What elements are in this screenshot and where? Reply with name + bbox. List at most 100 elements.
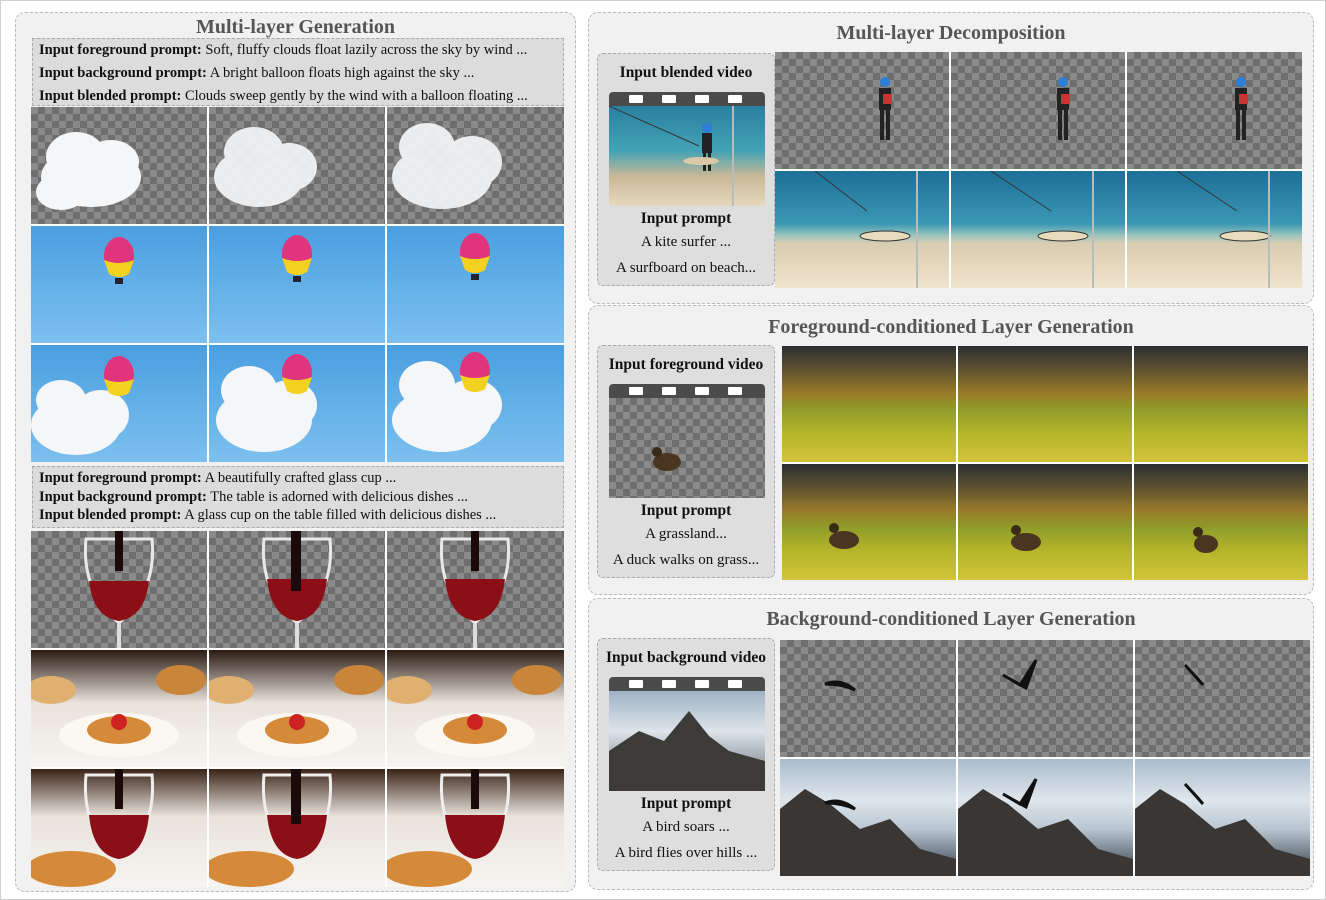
bird-layer-frame xyxy=(958,640,1133,757)
duck-image xyxy=(652,447,681,471)
prompt-line: Input background prompt: A bright balloo… xyxy=(39,65,475,81)
prompt-box-clouds: Input foreground prompt: Soft, fluffy cl… xyxy=(32,38,564,106)
panel-title: Foreground-conditioned Layer Generation xyxy=(768,316,1134,338)
beach-layer-frame xyxy=(775,171,949,288)
cloud-image xyxy=(214,127,317,207)
film-strip xyxy=(609,92,765,106)
surfer-layer-frame xyxy=(1127,52,1302,169)
decomposition-input-box: Input blended video Input prompt A kite … xyxy=(597,53,775,286)
blended-glass-image xyxy=(387,769,511,887)
background-input-box: Input background video Input prompt A bi… xyxy=(597,638,775,871)
dish-image xyxy=(31,665,206,757)
prompt-text-background: A surfboard on beach... xyxy=(616,260,756,276)
prompt-line: Input foreground prompt: A beautifully c… xyxy=(39,470,397,486)
bird-image xyxy=(1183,663,1205,686)
input-video-thumbnail xyxy=(609,691,765,791)
blended-image xyxy=(392,352,502,452)
grassland-frame xyxy=(1134,346,1308,462)
balloon-background-frame xyxy=(209,226,385,343)
hills-image xyxy=(958,778,1133,876)
duck-image xyxy=(1011,525,1041,551)
clouds-foreground-frame xyxy=(209,107,385,224)
duck-on-grass-frame xyxy=(958,464,1132,580)
duck-on-grass-frame xyxy=(782,464,956,580)
balloon-image xyxy=(282,235,312,282)
clouds-balloon-grid xyxy=(31,107,564,462)
input-video-label: Input foreground video xyxy=(608,356,764,373)
bird-image xyxy=(824,680,856,692)
prompt-text-foreground: A bird soars ... xyxy=(642,819,730,835)
grassland-frame xyxy=(782,346,956,462)
dishes-background-frame xyxy=(387,650,564,767)
dish-image xyxy=(387,665,562,757)
duck-image xyxy=(1193,527,1218,553)
background-grid xyxy=(780,640,1310,876)
bird-layer-frame xyxy=(1135,640,1310,757)
blended-frame xyxy=(387,345,564,462)
input-prompt-label: Input prompt xyxy=(640,502,732,519)
balloon-background-frame xyxy=(387,226,564,343)
bird-over-hills-frame xyxy=(780,759,956,876)
input-video-label: Input background video xyxy=(606,649,766,666)
foreground-grid xyxy=(782,346,1308,580)
surfer-layer-frame xyxy=(951,52,1125,169)
mountain-image xyxy=(609,711,765,791)
blended-glass-image xyxy=(31,769,155,887)
hills-image xyxy=(780,789,956,876)
input-video-label: Input blended video xyxy=(619,64,753,81)
glass-blended-frame xyxy=(31,769,207,887)
beach-image xyxy=(990,171,1094,288)
blended-image xyxy=(216,354,317,452)
dish-image xyxy=(209,665,384,757)
balloon-image xyxy=(460,233,490,280)
prompt-line: Input foreground prompt: Soft, fluffy cl… xyxy=(39,42,528,58)
panel-title: Background-conditioned Layer Generation xyxy=(766,608,1136,630)
prompt-line: Input background prompt: The table is ad… xyxy=(39,488,468,505)
clouds-foreground-frame xyxy=(31,107,207,224)
prompt-line: Input blended prompt: A glass cup on the… xyxy=(39,507,497,523)
prompt-text-background: A grassland... xyxy=(645,526,727,542)
film-strip xyxy=(609,677,765,691)
film-strip xyxy=(609,384,765,398)
bird-layer-frame xyxy=(780,640,956,757)
input-prompt-label: Input prompt xyxy=(640,795,732,812)
foreground-input-box: Input foreground video Input prompt A gr… xyxy=(597,345,775,578)
cloud-image xyxy=(392,123,502,209)
bird-over-hills-frame xyxy=(1135,759,1310,876)
prompt-line: Input blended prompt: Clouds sweep gentl… xyxy=(39,88,528,104)
bird-over-hills-frame xyxy=(958,759,1133,876)
wine-glass-image xyxy=(83,531,155,648)
beach-image xyxy=(814,171,918,288)
wine-glass-image xyxy=(261,531,333,648)
input-video-thumbnail xyxy=(609,398,765,498)
beach-image xyxy=(1176,171,1271,288)
dishes-background-frame xyxy=(31,650,207,767)
glass-blended-frame xyxy=(209,769,385,887)
surfer-image xyxy=(1057,77,1070,140)
input-prompt-label: Input prompt xyxy=(640,210,732,227)
clouds-foreground-frame xyxy=(387,107,564,224)
glass-dishes-grid xyxy=(31,531,564,887)
glass-foreground-frame xyxy=(387,531,564,648)
input-video-thumbnail xyxy=(609,106,765,206)
blended-frame xyxy=(209,345,385,462)
balloon-background-frame xyxy=(31,226,207,343)
bird-image xyxy=(1002,659,1038,691)
glass-foreground-frame xyxy=(209,531,385,648)
glass-blended-frame xyxy=(387,769,564,887)
prompt-text-foreground: A kite surfer ... xyxy=(641,234,731,250)
decomposition-grid xyxy=(775,52,1302,288)
prompt-text-blended: A bird flies over hills ... xyxy=(614,845,758,861)
hills-image xyxy=(1135,782,1310,876)
surfer-layer-frame xyxy=(775,52,949,169)
panel-title: Multi-layer Generation xyxy=(195,16,396,38)
grassland-frame xyxy=(958,346,1132,462)
prompt-box-glass: Input foreground prompt: A beautifully c… xyxy=(32,466,564,528)
kite-surfer-image xyxy=(609,106,734,206)
cloud-image xyxy=(36,132,141,210)
balloon-image xyxy=(104,237,134,284)
dishes-background-frame xyxy=(209,650,385,767)
prompt-text-blended: A duck walks on grass... xyxy=(612,552,760,568)
glass-foreground-frame xyxy=(31,531,207,648)
blended-image xyxy=(31,356,134,455)
